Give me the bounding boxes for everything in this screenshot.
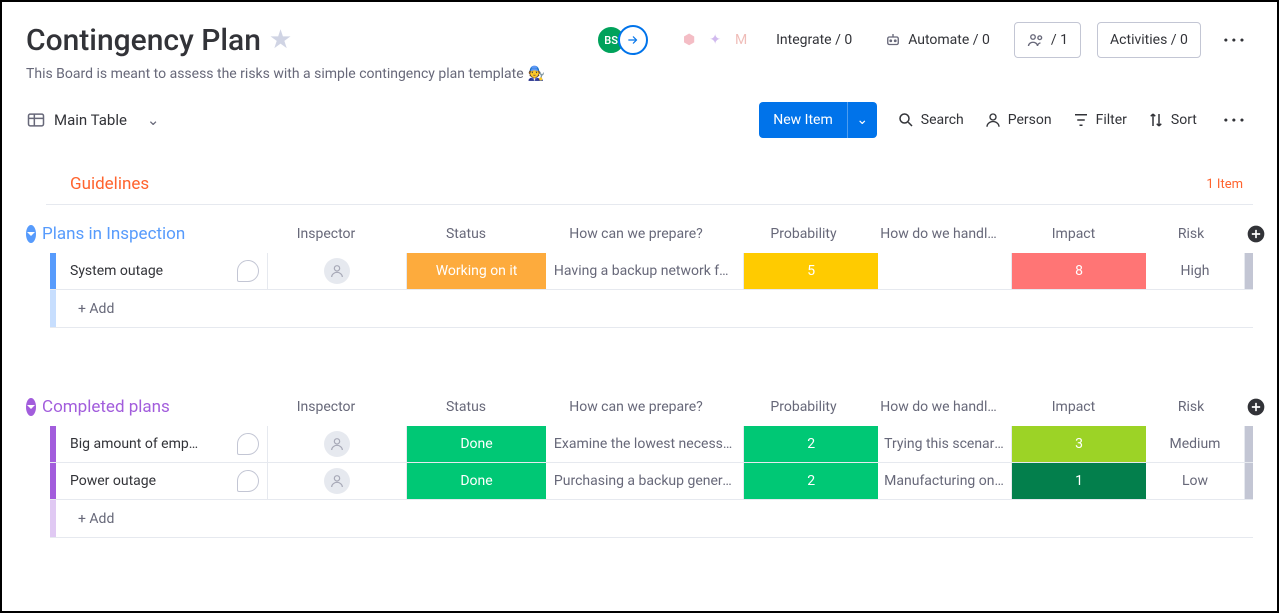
- integration-icons: ⬢✦M: [678, 29, 752, 51]
- chat-icon[interactable]: [237, 470, 259, 492]
- group-title[interactable]: Plans in Inspection: [36, 224, 185, 244]
- filter-button[interactable]: Filter: [1072, 111, 1127, 129]
- status-cell[interactable]: Done: [407, 463, 546, 499]
- add-column-icon[interactable]: [1241, 388, 1271, 426]
- prepare-cell[interactable]: Examine the lowest necessa…: [546, 426, 744, 462]
- table-icon: [26, 110, 46, 130]
- filter-icon: [1072, 111, 1090, 129]
- column-status[interactable]: Status: [396, 215, 536, 253]
- chat-icon[interactable]: [237, 433, 259, 455]
- column-inspector[interactable]: Inspector: [256, 388, 396, 426]
- new-item-button[interactable]: New Item ⌄: [759, 102, 877, 138]
- column-impact[interactable]: Impact: [1006, 215, 1141, 253]
- sort-button[interactable]: Sort: [1147, 111, 1197, 129]
- table-row[interactable]: System outage Working on it Having a bac…: [50, 253, 1253, 290]
- group-count: 1 Item: [1206, 177, 1243, 192]
- handle-cell[interactable]: Trying this scenario…: [878, 426, 1012, 462]
- column-probability[interactable]: Probability: [736, 215, 871, 253]
- row-scroll-handle[interactable]: [1245, 463, 1253, 499]
- toolbar-menu-icon[interactable]: ···: [1217, 108, 1253, 132]
- add-item-row[interactable]: + Add: [50, 500, 1253, 538]
- probability-cell[interactable]: 5: [744, 253, 878, 289]
- impact-cell[interactable]: 3: [1012, 426, 1146, 462]
- risk-cell[interactable]: Medium: [1146, 426, 1245, 462]
- column-status[interactable]: Status: [396, 388, 536, 426]
- inspector-cell[interactable]: [268, 253, 407, 289]
- column-prepare[interactable]: How can we prepare?: [536, 388, 736, 426]
- status-cell[interactable]: Done: [407, 426, 546, 462]
- table-row[interactable]: Big amount of emp… Done Examine the lowe…: [50, 426, 1253, 463]
- risk-cell[interactable]: High: [1146, 253, 1245, 289]
- probability-cell[interactable]: 2: [744, 426, 878, 462]
- integrate-button[interactable]: Integrate / 0: [768, 26, 860, 54]
- status-cell[interactable]: Working on it: [407, 253, 546, 289]
- collapse-toggle[interactable]: [26, 398, 36, 416]
- add-column-icon[interactable]: [1241, 215, 1271, 253]
- column-prepare[interactable]: How can we prepare?: [536, 215, 736, 253]
- handle-cell[interactable]: Manufacturing only…: [878, 463, 1012, 499]
- avatar-share-icon: [618, 25, 648, 55]
- item-name-cell[interactable]: Power outage: [56, 463, 268, 499]
- impact-cell[interactable]: 1: [1012, 463, 1146, 499]
- person-icon: [984, 111, 1002, 129]
- view-selector[interactable]: Main Table ⌄: [26, 110, 160, 130]
- column-risk[interactable]: Risk: [1141, 388, 1241, 426]
- prepare-cell[interactable]: Having a backup network for…: [546, 253, 744, 289]
- column-handle[interactable]: How do we handl…: [871, 388, 1006, 426]
- activities-button[interactable]: Activities / 0: [1097, 22, 1201, 58]
- board-members[interactable]: BS: [596, 25, 648, 55]
- row-scroll-handle[interactable]: [1245, 253, 1253, 289]
- new-item-dropdown[interactable]: ⌄: [847, 102, 877, 138]
- column-handle[interactable]: How do we handl…: [871, 215, 1006, 253]
- board-menu-icon[interactable]: ···: [1217, 28, 1253, 52]
- item-name-cell[interactable]: System outage: [56, 253, 268, 289]
- automate-button[interactable]: Automate / 0: [876, 25, 998, 55]
- probability-cell[interactable]: 2: [744, 463, 878, 499]
- search-icon: [897, 111, 915, 129]
- item-name-cell[interactable]: Big amount of emp…: [56, 426, 268, 462]
- people-icon: [1027, 31, 1045, 49]
- column-inspector[interactable]: Inspector: [256, 215, 396, 253]
- search-button[interactable]: Search: [897, 111, 964, 129]
- group-title[interactable]: Completed plans: [36, 397, 170, 417]
- column-probability[interactable]: Probability: [736, 388, 871, 426]
- person-icon: [324, 258, 350, 284]
- table-row[interactable]: Power outage Done Purchasing a backup ge…: [50, 463, 1253, 500]
- favorite-star-icon[interactable]: ★: [269, 25, 292, 55]
- board-description[interactable]: This Board is meant to assess the risks …: [26, 66, 524, 82]
- person-icon: [324, 431, 350, 457]
- column-risk[interactable]: Risk: [1141, 215, 1241, 253]
- emoji-icon: 🧑‍🔧: [528, 66, 545, 82]
- robot-icon: [884, 31, 902, 49]
- group-guidelines[interactable]: Guidelines 1 Item: [46, 168, 1253, 205]
- inspector-cell[interactable]: [268, 426, 407, 462]
- impact-cell[interactable]: 8: [1012, 253, 1146, 289]
- sort-icon: [1147, 111, 1165, 129]
- chat-icon[interactable]: [237, 260, 259, 282]
- group-title-guidelines: Guidelines: [70, 174, 149, 194]
- chevron-down-icon: ⌄: [147, 111, 160, 129]
- prepare-cell[interactable]: Purchasing a backup generat…: [546, 463, 744, 499]
- person-filter-button[interactable]: Person: [984, 111, 1052, 129]
- add-item-row[interactable]: + Add: [50, 290, 1253, 328]
- members-button[interactable]: / 1: [1014, 22, 1081, 58]
- collapse-toggle[interactable]: [26, 225, 36, 243]
- board-title[interactable]: Contingency Plan: [26, 23, 261, 58]
- handle-cell[interactable]: [878, 253, 1012, 289]
- column-impact[interactable]: Impact: [1006, 388, 1141, 426]
- inspector-cell[interactable]: [268, 463, 407, 499]
- risk-cell[interactable]: Low: [1146, 463, 1245, 499]
- person-icon: [324, 468, 350, 494]
- row-scroll-handle[interactable]: [1245, 426, 1253, 462]
